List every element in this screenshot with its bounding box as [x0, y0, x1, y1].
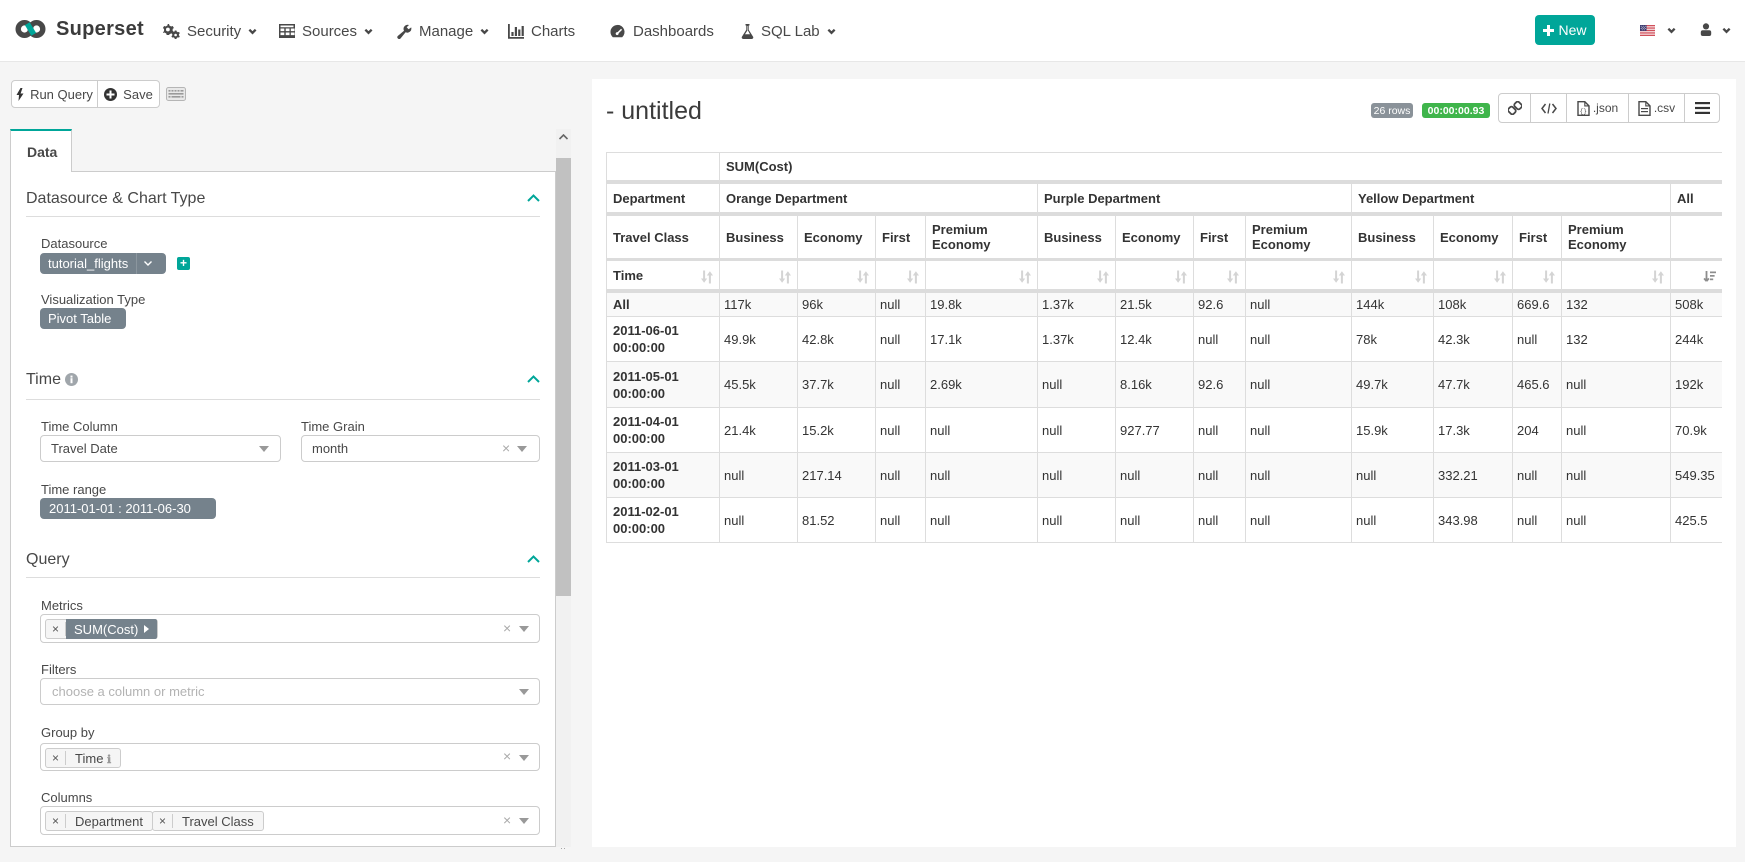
svg-text:{}: {} — [1579, 108, 1586, 115]
